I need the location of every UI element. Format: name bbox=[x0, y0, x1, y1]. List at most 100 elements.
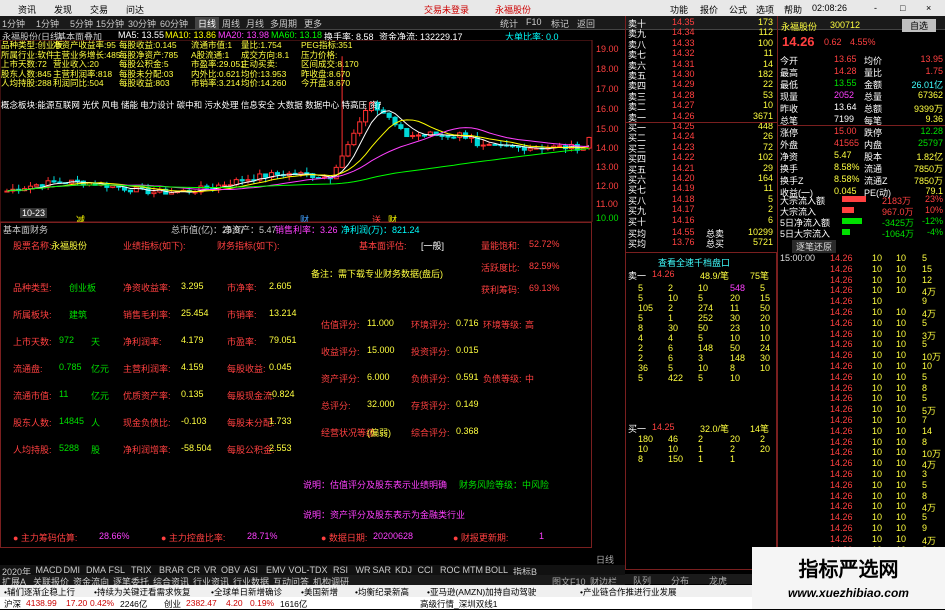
menu-item-trade[interactable]: 交易 bbox=[90, 3, 108, 16]
depth-cell: 252 bbox=[698, 313, 714, 323]
tab-period-weekly[interactable]: 周线 bbox=[222, 17, 240, 30]
menu-item-discover[interactable]: 发现 bbox=[54, 3, 72, 16]
fund-label: 上市天数: bbox=[13, 337, 52, 347]
fund-value: 25.454 bbox=[181, 308, 209, 318]
minimize-button[interactable]: - bbox=[874, 3, 877, 13]
tab-period-monthly[interactable]: 月线 bbox=[246, 17, 264, 30]
fund-label: 每股未分配: bbox=[227, 418, 275, 428]
tick-volume: 10 bbox=[872, 458, 883, 469]
indicator-tab[interactable]: CCI bbox=[418, 565, 434, 575]
maximize-button[interactable]: □ bbox=[900, 3, 905, 13]
tick-price: 14.26 bbox=[830, 361, 853, 371]
menu-item-quote[interactable]: 报价 bbox=[700, 3, 718, 16]
fund-note: 说明：估值评分及股东表示业绩明确 bbox=[303, 480, 448, 490]
tick-volume: 10 bbox=[872, 436, 883, 447]
news-item[interactable]: •均衡纪录新高 bbox=[355, 586, 409, 597]
tab-period-5[interactable]: 30分钟 bbox=[128, 17, 156, 30]
tab-period-multi[interactable]: 多周期 bbox=[270, 17, 297, 30]
depth-cell: 2 bbox=[760, 434, 766, 444]
tick-volume: 10 bbox=[896, 328, 907, 339]
tab-back[interactable]: 返回 bbox=[577, 17, 595, 30]
indicator-tab[interactable]: RSI bbox=[333, 565, 348, 575]
menu-item-ask[interactable]: 问达 bbox=[126, 3, 144, 16]
price-tick: 10.00 bbox=[596, 213, 619, 223]
index-change: 4.20 bbox=[226, 598, 243, 608]
fund-value: 972 bbox=[59, 335, 75, 345]
tab-period-1[interactable]: 1分钟 bbox=[2, 17, 25, 30]
tick-price: 14.26 bbox=[830, 274, 853, 285]
tab-period-3[interactable]: 5分钟 bbox=[70, 17, 93, 30]
price-tick: 19.00 bbox=[596, 44, 619, 54]
depth-title[interactable]: 查看全速千档盘口 bbox=[658, 256, 730, 269]
news-item[interactable]: •产业链合作推进行业发展 bbox=[580, 586, 676, 597]
fund-label: 净利润率: bbox=[123, 337, 162, 347]
menu-item-help[interactable]: 帮助 bbox=[784, 3, 802, 16]
indicator-tab[interactable]: DMA bbox=[86, 565, 106, 575]
news-item[interactable]: •美国新增 bbox=[301, 586, 338, 597]
indicator-tab[interactable]: ROC bbox=[440, 565, 460, 575]
tick-volume: 10 bbox=[872, 479, 883, 490]
indicator-tab[interactable]: WR bbox=[356, 565, 371, 575]
overlay-field: 均价:14.260 bbox=[241, 78, 287, 89]
stat-value: 2052 bbox=[834, 90, 855, 100]
tick-extra: 5 bbox=[922, 371, 928, 382]
tab-period-daily[interactable]: 日线 bbox=[195, 17, 220, 30]
indicator-tab[interactable]: MACD bbox=[36, 565, 63, 575]
orderbook-total: 5721 bbox=[752, 237, 773, 247]
close-button[interactable]: × bbox=[926, 3, 931, 13]
indicator-tab[interactable]: DMI bbox=[64, 565, 81, 575]
tick-volume: 10 bbox=[896, 425, 907, 436]
tab-period-2[interactable]: 1分钟 bbox=[36, 17, 59, 30]
depth-cell: 2 bbox=[730, 444, 736, 454]
news-item[interactable]: •辅们逐渐企稳上行 bbox=[4, 586, 75, 597]
tab-f10[interactable]: F10 bbox=[526, 17, 542, 27]
fund-unit: 亿元 bbox=[91, 364, 110, 374]
add-watchlist-button[interactable]: 自选 bbox=[902, 19, 937, 32]
news-item[interactable]: •全球单日新增确诊 bbox=[211, 586, 282, 597]
tab-period-6[interactable]: 60分钟 bbox=[160, 17, 188, 30]
login-status[interactable]: 交易未登录 bbox=[424, 3, 469, 16]
indicator-tab[interactable]: SAR bbox=[373, 565, 392, 575]
fund-value: -58.504 bbox=[181, 443, 212, 453]
tab-period-more[interactable]: 更多 bbox=[304, 17, 322, 30]
indicator-tab[interactable]: ASI bbox=[244, 565, 259, 575]
tick-volume: 10 bbox=[896, 415, 907, 425]
tab-stats[interactable]: 统计 bbox=[500, 17, 518, 30]
ticks-header[interactable]: 逐笔还原 bbox=[792, 240, 837, 253]
menu-item-formula[interactable]: 公式 bbox=[729, 3, 747, 16]
tick-volume: 10 bbox=[896, 447, 907, 458]
tab-daily-bottom[interactable]: 日线 bbox=[596, 553, 614, 566]
news-item[interactable]: •亚马逊(AMZN)加持自动驾驶 bbox=[427, 586, 536, 597]
orderbook-volume: 6 bbox=[767, 214, 773, 225]
indicator-tab[interactable]: VOL-TDX bbox=[289, 565, 328, 575]
depth-cell: 180 bbox=[638, 434, 654, 444]
indicator-tab[interactable]: BRAR bbox=[159, 565, 184, 575]
indicator-tab[interactable]: BOLL bbox=[485, 565, 508, 575]
candle-body bbox=[421, 134, 427, 137]
indicator-tab[interactable]: KDJ bbox=[395, 565, 412, 575]
tick-volume: 10 bbox=[896, 512, 907, 523]
indicator-tab[interactable]: EMV bbox=[266, 565, 286, 575]
stat-value: 9.36 bbox=[925, 114, 943, 124]
overlay-field: 今开盘:8.670 bbox=[301, 78, 351, 89]
indicator-tab[interactable]: CR bbox=[187, 565, 200, 575]
tab-period-4[interactable]: 15分钟 bbox=[96, 17, 124, 30]
depth-cell: 10 bbox=[638, 444, 649, 454]
indicator-tab[interactable]: TRIX bbox=[131, 565, 152, 575]
orderbook-total-label: 总买 bbox=[706, 239, 725, 249]
indicator-tab[interactable]: MTM bbox=[463, 565, 484, 575]
orderbook-avg-price: 14.55 bbox=[672, 227, 695, 237]
menu-item-news[interactable]: 资讯 bbox=[18, 3, 36, 16]
menu-item-function[interactable]: 功能 bbox=[670, 3, 688, 16]
candle-body bbox=[110, 185, 116, 188]
indicator-tab[interactable]: OBV bbox=[221, 565, 240, 575]
fund-value: 4.179 bbox=[181, 335, 204, 345]
candle-body bbox=[510, 145, 516, 148]
tab-mark[interactable]: 标记 bbox=[551, 17, 569, 30]
news-item[interactable]: •持续为关键迂看需求恢复 bbox=[94, 586, 190, 597]
indicator-tab[interactable]: FSL bbox=[109, 565, 126, 575]
menu-item-options[interactable]: 选项 bbox=[756, 3, 774, 16]
fund-bottom-label: ● 财报更新期: bbox=[453, 533, 509, 543]
indicator-tab[interactable]: VR bbox=[204, 565, 217, 575]
orderbook-volume: 173 bbox=[757, 17, 773, 27]
